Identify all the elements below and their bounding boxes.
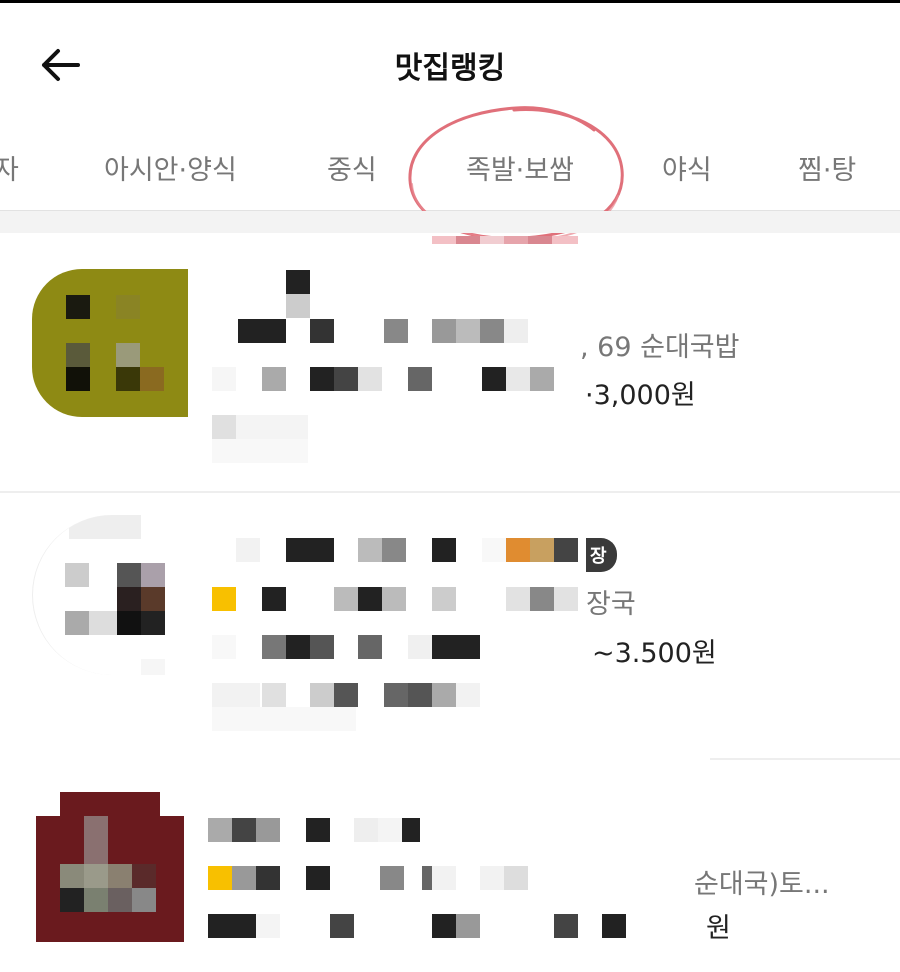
restaurant-price: ·3,000원 — [585, 380, 696, 411]
restaurant-thumbnail — [32, 269, 188, 417]
tab-jokbal-bossam[interactable]: 족발·보쌈 — [466, 148, 574, 187]
restaurant-price: ~3.500원 — [592, 638, 717, 669]
tab-chinese[interactable]: 중식 — [327, 148, 377, 187]
restaurant-thumbnail — [32, 515, 183, 675]
page-title: 맛집랭킹 — [394, 51, 506, 86]
tab-asian-western[interactable]: 아시안·양식 — [104, 148, 237, 187]
restaurant-item[interactable]: , 69 순대국밥 ·3,000원 — [0, 245, 900, 490]
restaurant-thumbnail — [36, 792, 184, 942]
tab-partial[interactable]: 자 — [0, 148, 19, 187]
status-badge: 장 — [586, 538, 617, 572]
restaurant-category: 순대국)토... — [694, 869, 830, 900]
tab-stew-soup[interactable]: 찜·탕 — [798, 148, 856, 187]
restaurant-category: 장국 — [586, 589, 636, 620]
category-tab-bar: 자 아시안·양식 중식 족발·보쌈 야식 찜·탕 — [0, 118, 900, 212]
app-header: 맛집랭킹 — [0, 3, 900, 118]
tab-night-snack[interactable]: 야식 — [662, 148, 712, 187]
tab-underline-band — [0, 211, 900, 233]
restaurant-item[interactable]: 장 장국 ~3.500원 — [0, 493, 900, 758]
restaurant-price: 원 — [706, 913, 731, 944]
restaurant-item[interactable]: 순대국)토... 원 — [0, 760, 900, 972]
restaurant-category: , 69 순대국밥 — [580, 332, 740, 363]
